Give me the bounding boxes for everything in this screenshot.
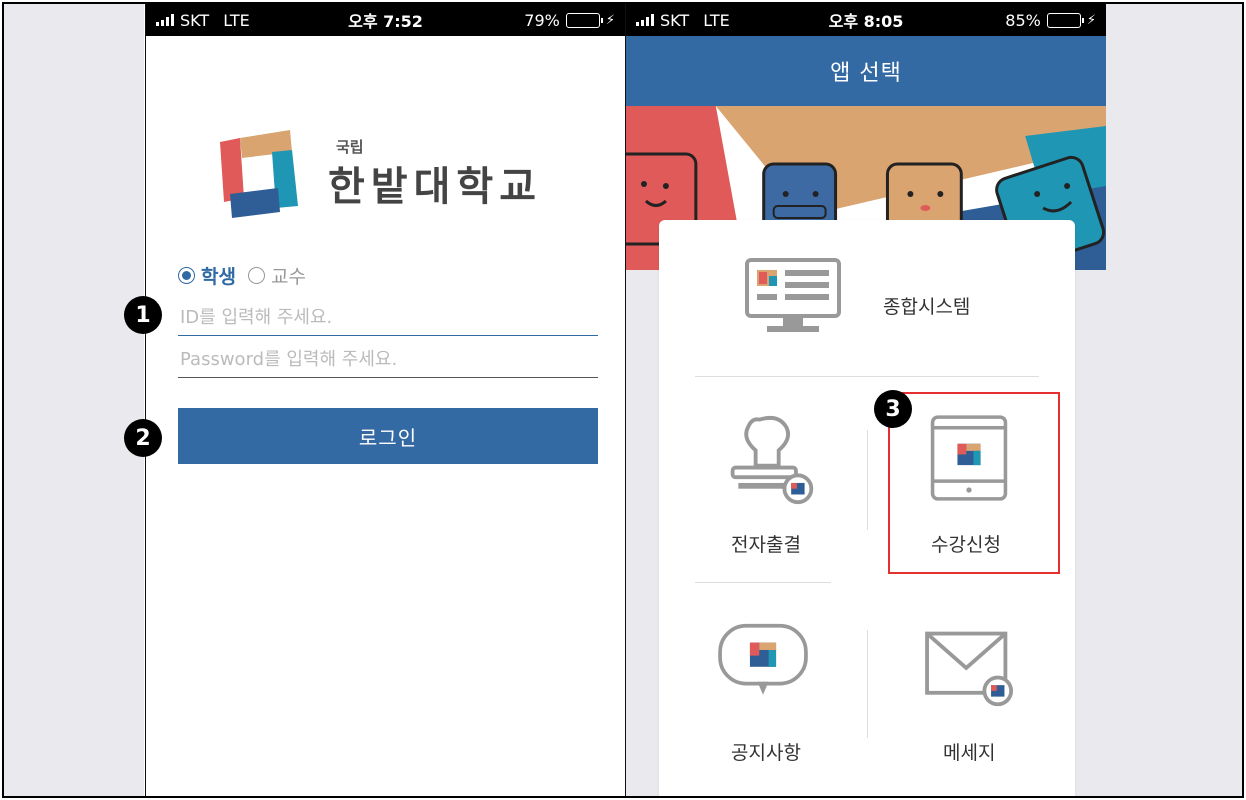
step-badge-3: 3 xyxy=(874,390,912,428)
login-screen: SKT LTE 오후 7:52 79% ⚡ 국립 한밭대학교 학생 교수 로그인 xyxy=(145,4,625,796)
divider xyxy=(695,376,1039,377)
charging-icon: ⚡ xyxy=(1086,12,1096,28)
menu-label-integrated-system: 종합시스템 xyxy=(883,296,971,318)
status-bar: SKT LTE 오후 7:52 79% ⚡ xyxy=(146,4,625,36)
id-input[interactable] xyxy=(178,300,598,336)
professor-label[interactable]: 교수 xyxy=(271,262,306,289)
step-badge-2: 2 xyxy=(124,419,162,457)
network: LTE xyxy=(223,10,250,30)
logo-title: 한밭대학교 xyxy=(328,164,542,210)
carrier: SKT xyxy=(660,10,690,30)
professor-radio[interactable] xyxy=(247,267,265,284)
step-badge-1: 1 xyxy=(124,296,162,334)
signal-icon xyxy=(156,14,174,26)
student-label[interactable]: 학생 xyxy=(201,262,236,289)
divider xyxy=(695,582,831,583)
menu-item-notices[interactable]: 공지사항 xyxy=(659,590,867,796)
menu-item-integrated-system[interactable]: 종합시스템 xyxy=(659,220,1075,370)
left-margin xyxy=(4,4,144,796)
envelope-icon xyxy=(925,631,1014,707)
menu-label-electronic-attendance: 전자출결 xyxy=(731,534,801,556)
menu-label-messages: 메세지 xyxy=(943,742,996,764)
signal-icon xyxy=(636,14,654,26)
login-button[interactable]: 로그인 xyxy=(178,408,598,464)
clock: 오후 7:52 xyxy=(348,12,423,31)
network: LTE xyxy=(703,10,730,30)
carrier: SKT xyxy=(180,10,210,30)
stamp-icon xyxy=(730,416,814,505)
battery-percent: 85% xyxy=(1005,10,1041,30)
clock: 오후 8:05 xyxy=(828,12,904,31)
right-margin xyxy=(1106,4,1242,796)
university-logo-icon xyxy=(220,130,298,218)
course-registration-highlight xyxy=(888,392,1060,574)
menu-item-electronic-attendance[interactable]: 전자출결 xyxy=(659,380,867,580)
monitor-icon xyxy=(745,258,841,332)
password-input[interactable] xyxy=(178,342,598,378)
menu-label-notices: 공지사항 xyxy=(731,742,801,764)
menu-item-messages[interactable]: 메세지 xyxy=(867,590,1075,796)
student-radio[interactable] xyxy=(178,267,195,284)
battery-icon xyxy=(565,12,603,28)
user-type-selector: 학생 교수 xyxy=(178,262,306,289)
status-bar: SKT LTE 오후 8:05 85% ⚡ xyxy=(626,4,1106,36)
speech-bubble-icon xyxy=(718,623,808,695)
page-title: 앱 선택 xyxy=(626,36,1106,106)
battery-icon xyxy=(1046,12,1084,28)
charging-icon: ⚡ xyxy=(605,12,615,28)
screenshot-frame: SKT LTE 오후 7:52 79% ⚡ 국립 한밭대학교 학생 교수 로그인 xyxy=(2,2,1244,798)
battery-percent: 79% xyxy=(524,10,560,30)
